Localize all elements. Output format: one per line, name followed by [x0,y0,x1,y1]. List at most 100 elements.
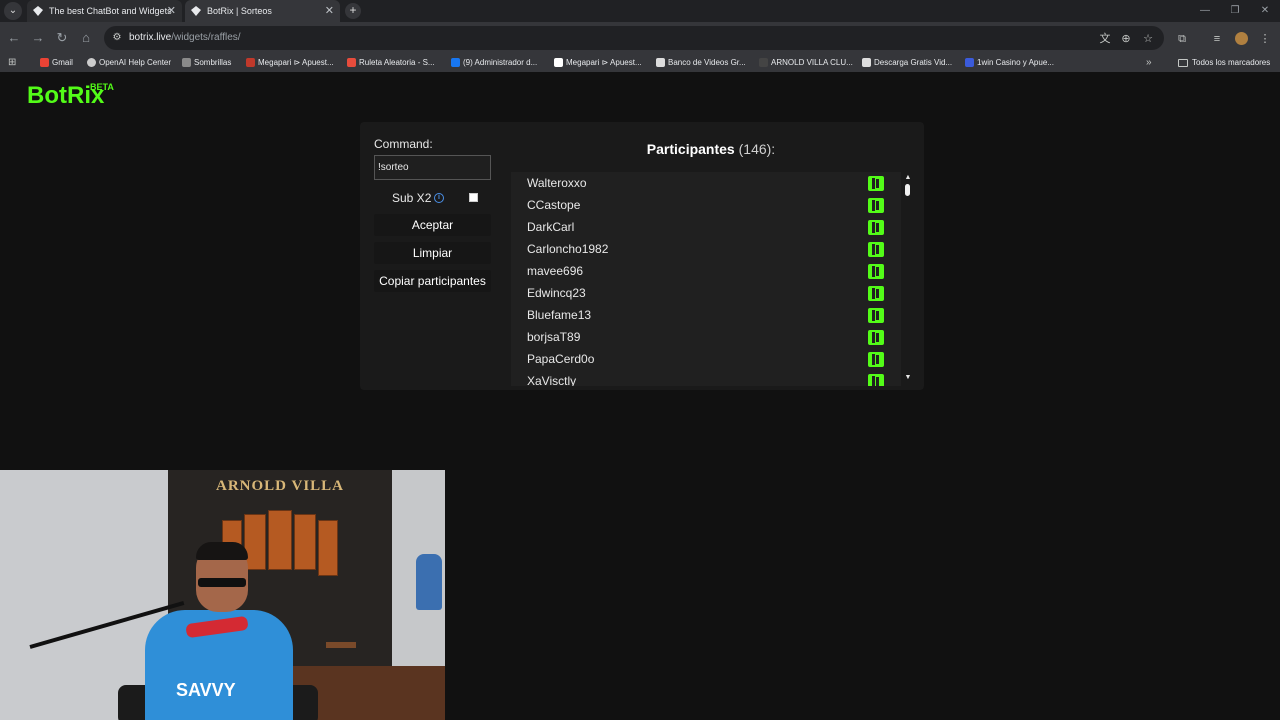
kick-icon [868,264,884,279]
tab-title: BotRix | Sorteos [207,6,272,16]
bookmark-star-icon[interactable]: ☆ [1141,32,1155,46]
bookmark-item[interactable]: Gmail [40,54,73,72]
webcam-stool [326,642,356,686]
site-header: BotRix BETA [0,72,1280,112]
all-bookmarks-folder[interactable]: Todos los marcadores [1178,54,1270,72]
1win-icon [965,58,974,67]
scrollbar-thumb[interactable] [905,184,910,196]
list-item[interactable]: Bluefame13 [511,304,901,326]
reading-list-icon[interactable]: ≡ [1210,32,1224,46]
profile-avatar[interactable] [1235,32,1248,45]
menu-icon[interactable]: ⋮ [1258,32,1272,46]
wall-painting [294,514,316,570]
extensions-icon[interactable]: ⧉ [1175,32,1189,46]
minimize-button[interactable]: — [1190,0,1220,22]
water-jug [416,554,442,610]
restore-button[interactable]: ❐ [1220,0,1250,22]
clear-button[interactable]: Limpiar [374,242,491,264]
accept-button[interactable]: Aceptar [374,214,491,236]
wall-painting [318,520,338,576]
bookmark-item[interactable]: Ruleta Aleatoria - S... [347,54,435,72]
new-tab-button[interactable]: + [345,3,361,19]
bookmark-item[interactable]: Descarga Gratis Vid... [862,54,952,72]
bookmark-item[interactable]: Megapari ⊳ Apuest... [246,54,334,72]
sub-x2-checkbox[interactable] [469,193,478,202]
home-button[interactable]: ⌂ [76,28,96,48]
back-button[interactable]: ← [4,28,24,48]
reload-button[interactable]: ↻ [52,28,72,48]
scroll-down-arrow[interactable]: ▼ [903,374,913,382]
openai-icon [87,58,96,67]
info-icon[interactable]: i [434,193,444,203]
list-item[interactable]: borjsaT89 [511,326,901,348]
sub-x2-label: Sub X2 [392,191,432,205]
translate-icon[interactable]: 文 [1098,32,1112,46]
webcam-sign: ARNOLD VILLA [216,478,344,494]
scroll-up-arrow[interactable]: ▲ [903,174,913,182]
bookmark-item[interactable]: OpenAI Help Center [87,54,171,72]
botrix-favicon-icon [191,6,201,16]
download-icon [862,58,871,67]
webcam-overlay: ARNOLD VILLA SAVVY [0,470,445,720]
folder-icon [1178,59,1188,67]
bookmarks-bar: ⊞ Gmail OpenAI Help Center Sombrillas Me… [0,54,1280,72]
streamer-hair [196,542,248,560]
bookmark-item[interactable]: (9) Administrador d... [451,54,537,72]
list-item[interactable]: DarkCarl [511,216,901,238]
kick-icon [868,374,884,386]
participant-name: mavee696 [527,264,584,278]
list-item[interactable]: XaVisctly [511,370,901,386]
tab-chatbot[interactable]: The best ChatBot and Widgets ✕ [27,0,182,22]
participant-name: Carloncho1982 [527,242,609,256]
zoom-icon[interactable]: ⊕ [1119,32,1133,46]
participant-name: DarkCarl [527,220,575,234]
participants-title: Participantes (146): [510,141,912,157]
sunglasses [198,578,246,587]
kick-icon [868,308,884,323]
close-icon[interactable]: ✕ [167,0,176,22]
arnold-club-icon [759,58,768,67]
address-bar[interactable]: ⚙ botrix.live/widgets/raffles/ [104,26,1164,50]
bookmark-item[interactable]: Sombrillas [182,54,231,72]
close-window-button[interactable]: ✕ [1250,0,1280,22]
shirt-text: SAVVY [176,680,236,700]
participant-name: CCastope [527,198,581,212]
list-item[interactable]: CCastope [511,194,901,216]
megapari-icon [554,58,563,67]
list-item[interactable]: Edwincq23 [511,282,901,304]
bookmark-item[interactable]: ARNOLD VILLA CLU... [759,54,853,72]
participant-name: Edwincq23 [527,286,586,300]
participants-list[interactable]: Walteroxxo CCastope DarkCarl Carloncho19… [511,172,901,386]
site-info-icon[interactable]: ⚙ [110,31,124,45]
participant-name: PapaCerd0o [527,352,595,366]
tab-title: The best ChatBot and Widgets [49,6,172,16]
command-input[interactable] [374,155,491,180]
participant-name: Walteroxxo [527,176,587,190]
kick-icon [868,330,884,345]
tab-sorteos[interactable]: BotRix | Sorteos ✕ [185,0,340,22]
more-bookmarks-button[interactable]: » [1146,54,1152,72]
list-item[interactable]: Walteroxxo [511,172,901,194]
list-item[interactable]: Carloncho1982 [511,238,901,260]
ruleta-icon [347,58,356,67]
bookmark-item[interactable]: Megapari ⊳ Apuest... [554,54,642,72]
close-icon[interactable]: ✕ [325,0,334,22]
participants-heading: Participantes [646,141,735,157]
list-item[interactable]: PapaCerd0o [511,348,901,370]
wall-painting [268,510,292,570]
beta-badge: BETA [90,82,114,92]
kick-icon [868,198,884,213]
copy-participants-button[interactable]: Copiar participantes [374,270,491,292]
participant-name: borjsaT89 [527,330,581,344]
kick-icon [868,242,884,257]
tab-search-button[interactable]: ⌄ [4,2,22,20]
webcam-wall [0,470,168,720]
command-label: Command: [374,137,433,151]
browser-toolbar: ← → ↻ ⌂ ⚙ botrix.live/widgets/raffles/ 文… [0,22,1280,54]
apps-grid-icon[interactable]: ⊞ [8,57,20,69]
list-item[interactable]: mavee696 [511,260,901,282]
bookmark-item[interactable]: 1win Casino y Apue... [965,54,1054,72]
bookmark-item[interactable]: Banco de Videos Gr... [656,54,746,72]
forward-button[interactable]: → [28,28,48,48]
megapari-icon [246,58,255,67]
